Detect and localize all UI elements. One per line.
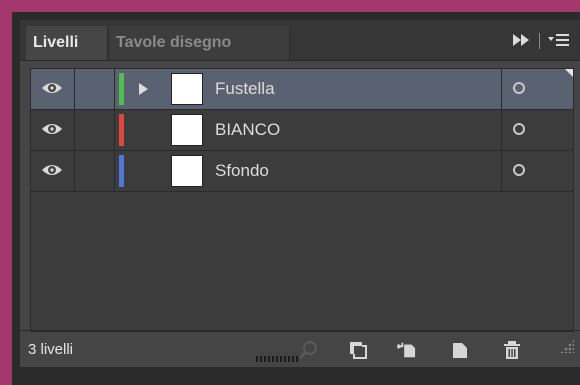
layer-row-fustella[interactable]: Fustella bbox=[31, 69, 573, 110]
layer-thumbnail bbox=[171, 73, 203, 105]
tab-tavole-disegno[interactable]: Tavole disegno bbox=[110, 26, 290, 60]
column-divider bbox=[501, 69, 502, 109]
layer-thumbnail bbox=[171, 114, 203, 146]
panel-controls bbox=[513, 32, 570, 50]
panel-menu-icon[interactable] bbox=[548, 33, 570, 50]
layer-count-label: 3 livelli bbox=[28, 341, 74, 358]
create-sublayer-icon[interactable] bbox=[396, 340, 416, 360]
eye-icon bbox=[42, 165, 62, 175]
layers-panel: Livelli Tavole disegno Fustella BIANCO S… bbox=[20, 20, 580, 367]
column-divider bbox=[501, 110, 502, 150]
panel-footer: 3 livelli bbox=[20, 330, 580, 368]
lock-toggle[interactable] bbox=[75, 69, 115, 109]
visibility-toggle[interactable] bbox=[31, 69, 75, 109]
layer-color-indicator bbox=[119, 155, 124, 187]
visibility-toggle[interactable] bbox=[31, 110, 75, 150]
expand-triangle-icon[interactable] bbox=[139, 83, 148, 95]
column-divider bbox=[501, 151, 502, 191]
eye-icon bbox=[42, 124, 62, 134]
lock-toggle[interactable] bbox=[75, 110, 115, 150]
panel-collapse-grip[interactable] bbox=[256, 356, 300, 362]
lock-toggle[interactable] bbox=[75, 151, 115, 191]
locate-object-icon[interactable] bbox=[298, 340, 318, 360]
make-clipping-mask-icon[interactable] bbox=[348, 340, 368, 360]
layer-row-bianco[interactable]: BIANCO bbox=[31, 110, 573, 151]
panel-tab-bar: Livelli Tavole disegno bbox=[20, 20, 580, 61]
layer-name[interactable]: Fustella bbox=[215, 69, 275, 109]
layers-list: Fustella BIANCO Sfondo bbox=[30, 68, 574, 332]
tab-livelli[interactable]: Livelli bbox=[26, 26, 108, 60]
target-circle-icon[interactable] bbox=[513, 164, 525, 176]
visibility-toggle[interactable] bbox=[31, 151, 75, 191]
selection-corner-icon bbox=[565, 69, 573, 77]
target-circle-icon[interactable] bbox=[513, 82, 525, 94]
layer-thumbnail bbox=[171, 155, 203, 187]
layer-name[interactable]: BIANCO bbox=[215, 110, 280, 150]
expand-panel-icon[interactable] bbox=[513, 33, 531, 49]
layer-name[interactable]: Sfondo bbox=[215, 151, 269, 191]
resize-grip-icon[interactable] bbox=[560, 339, 574, 353]
layer-color-indicator bbox=[119, 114, 124, 146]
layer-row-sfondo[interactable]: Sfondo bbox=[31, 151, 573, 192]
controls-separator bbox=[539, 33, 540, 49]
layer-color-indicator bbox=[119, 73, 124, 105]
delete-layer-icon[interactable] bbox=[502, 340, 522, 360]
target-circle-icon[interactable] bbox=[513, 123, 525, 135]
create-new-layer-icon[interactable] bbox=[450, 340, 470, 360]
eye-icon bbox=[42, 83, 62, 93]
